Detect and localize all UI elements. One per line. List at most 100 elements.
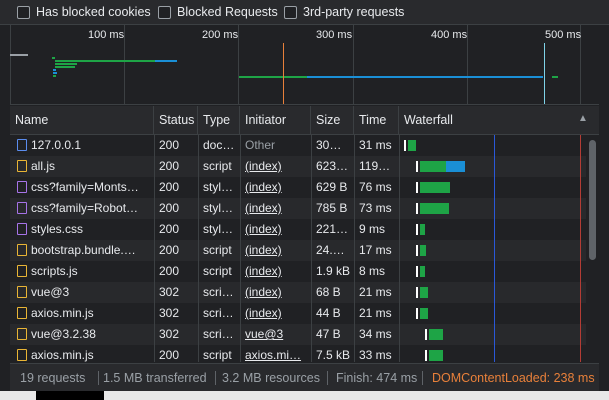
tick-line bbox=[238, 25, 239, 104]
initiator-cell[interactable]: (index) bbox=[240, 177, 311, 198]
dcl-marker-line bbox=[494, 135, 495, 362]
overview-dcl-marker bbox=[283, 43, 284, 104]
waterfall-download-bar bbox=[408, 140, 416, 151]
time-cell: 17 ms bbox=[359, 243, 392, 257]
time-cell: 31 ms bbox=[359, 138, 392, 152]
status-cell: 302 bbox=[159, 306, 180, 320]
table-row[interactable]: axios.min.js 302 scri… (index) 44 B 21 ms bbox=[10, 303, 586, 324]
overview-bar bbox=[307, 76, 543, 78]
has-blocked-cookies-checkbox[interactable]: Has blocked cookies bbox=[17, 5, 151, 19]
time-cell: 34 ms bbox=[359, 327, 392, 341]
request-count: 19 requests bbox=[20, 371, 86, 385]
initiator-cell[interactable]: (index) bbox=[240, 282, 311, 303]
overview-left-edge bbox=[10, 25, 11, 104]
status-cell: 200 bbox=[159, 222, 180, 236]
overview-finish-marker bbox=[544, 43, 545, 104]
type-cell: script bbox=[203, 348, 232, 362]
sort-ascending-icon[interactable]: ▲ bbox=[578, 113, 588, 124]
size-cell: 68 B bbox=[316, 285, 341, 299]
column-separator bbox=[240, 135, 241, 362]
redacted-block bbox=[36, 391, 104, 400]
column-header-size[interactable]: Size bbox=[311, 106, 354, 134]
waterfall-download-bar bbox=[420, 266, 425, 277]
checkbox-box[interactable] bbox=[17, 5, 30, 19]
size-cell: 47 B bbox=[316, 327, 341, 341]
column-header-status[interactable]: Status bbox=[154, 106, 198, 134]
waterfall-download-bar bbox=[420, 161, 446, 172]
initiator-cell[interactable]: (index) bbox=[240, 240, 311, 261]
table-row[interactable]: vue@3 302 scri… (index) 68 B 21 ms bbox=[10, 282, 586, 303]
column-header-name[interactable]: Name bbox=[10, 106, 154, 134]
table-row[interactable]: scripts.js 200 script (index) 1.9 kB 8 ms bbox=[10, 261, 586, 282]
initiator-cell[interactable]: axios.mi… bbox=[240, 345, 311, 362]
waterfall-download-bar bbox=[429, 329, 443, 340]
tick-label: 200 ms bbox=[202, 29, 239, 41]
column-header-initiator[interactable]: Initiator bbox=[240, 106, 311, 134]
scrollbar-thumb[interactable] bbox=[589, 140, 596, 260]
initiator-cell[interactable]: (index) bbox=[240, 198, 311, 219]
checkbox-box[interactable] bbox=[158, 5, 171, 19]
initiator-cell[interactable]: vue@3 bbox=[240, 324, 311, 345]
waterfall-waiting-bar bbox=[416, 287, 418, 298]
table-row[interactable]: styles.css 200 styl… (index) 221… 9 ms bbox=[10, 219, 586, 240]
request-name-cell: bootstrap.bundle.… bbox=[31, 243, 136, 257]
waterfall-waiting-bar bbox=[416, 203, 418, 214]
column-separator bbox=[399, 135, 400, 362]
status-cell: 200 bbox=[159, 243, 180, 257]
request-name-cell: all.js bbox=[31, 159, 56, 173]
table-row[interactable]: bootstrap.bundle.… 200 script (index) 24.… 17… bbox=[10, 240, 586, 261]
type-cell: doc… bbox=[203, 138, 235, 152]
finish-time: Finish: 474 ms bbox=[336, 371, 418, 385]
status-cell: 200 bbox=[159, 159, 180, 173]
checkbox-label: 3rd-party requests bbox=[303, 5, 405, 19]
size-cell: 785 B bbox=[316, 201, 348, 215]
waterfall-waiting-bar bbox=[416, 182, 418, 193]
checkbox-box[interactable] bbox=[284, 5, 297, 19]
blocked-requests-checkbox[interactable]: Blocked Requests bbox=[158, 5, 278, 19]
table-row[interactable]: css?family=Robot… 200 styl… (index) 785 B 73 … bbox=[10, 198, 586, 219]
panel-left-edge bbox=[0, 104, 10, 391]
load-marker-line bbox=[580, 135, 581, 362]
checkbox-label: Blocked Requests bbox=[177, 5, 278, 19]
initiator-cell[interactable]: (index) bbox=[240, 303, 311, 324]
waterfall-download-bar bbox=[420, 182, 450, 193]
panel-right-edge bbox=[599, 104, 609, 391]
overview-bar bbox=[239, 76, 307, 78]
type-cell: script bbox=[203, 159, 232, 173]
column-separator bbox=[154, 135, 155, 362]
overview-bar bbox=[55, 63, 77, 65]
time-cell: 33 ms bbox=[359, 348, 392, 362]
overview-bar bbox=[53, 72, 57, 74]
waterfall-waiting-bar bbox=[416, 161, 418, 172]
size-cell: 7.5 kB bbox=[316, 348, 351, 362]
tick-label: 500 ms bbox=[545, 29, 582, 41]
size-cell: 1.9 kB bbox=[316, 264, 351, 278]
column-header-waterfall[interactable]: Waterfall bbox=[399, 106, 599, 134]
table-row[interactable]: 127.0.0.1 200 doc… Other 30… 31 ms bbox=[10, 135, 586, 156]
initiator-cell: Other bbox=[245, 138, 276, 152]
table-row[interactable]: vue@3.2.38 302 scri… vue@3 47 B 34 ms bbox=[10, 324, 586, 345]
waterfall-download-bar bbox=[420, 203, 449, 214]
size-cell: 221… bbox=[316, 222, 349, 236]
initiator-cell[interactable]: (index) bbox=[240, 261, 311, 282]
third-party-requests-checkbox[interactable]: 3rd-party requests bbox=[284, 5, 404, 19]
status-separator bbox=[215, 371, 216, 385]
column-header-type[interactable]: Type bbox=[198, 106, 240, 134]
status-cell: 302 bbox=[159, 285, 180, 299]
table-row[interactable]: all.js 200 script (index) 623… 119… bbox=[10, 156, 586, 177]
waterfall-waiting-bar bbox=[416, 308, 418, 319]
request-name-cell: styles.css bbox=[31, 222, 84, 236]
time-cell: 8 ms bbox=[359, 264, 386, 278]
table-row[interactable]: css?family=Monts… 200 styl… (index) 629 B 76 … bbox=[10, 177, 586, 198]
initiator-cell[interactable]: (index) bbox=[240, 219, 311, 240]
time-cell: 76 ms bbox=[359, 180, 392, 194]
overview-timeline[interactable]: 100 ms 200 ms 300 ms 400 ms 500 ms bbox=[0, 25, 609, 105]
waterfall-waiting-bar bbox=[416, 266, 418, 277]
column-header-time[interactable]: Time bbox=[354, 106, 399, 134]
initiator-cell[interactable]: (index) bbox=[240, 156, 311, 177]
table-row[interactable]: axios.min.js 200 script axios.mi… 7.5 kB 33 m… bbox=[10, 345, 586, 362]
table-header: Name Status Type Initiator Size Time Wat… bbox=[10, 106, 599, 135]
overview-bar bbox=[155, 60, 177, 62]
request-name-cell: css?family=Robot… bbox=[31, 201, 139, 215]
request-table-body: 127.0.0.1 200 doc… Other 30… 31 ms all.js 200 sc… bbox=[10, 135, 586, 362]
